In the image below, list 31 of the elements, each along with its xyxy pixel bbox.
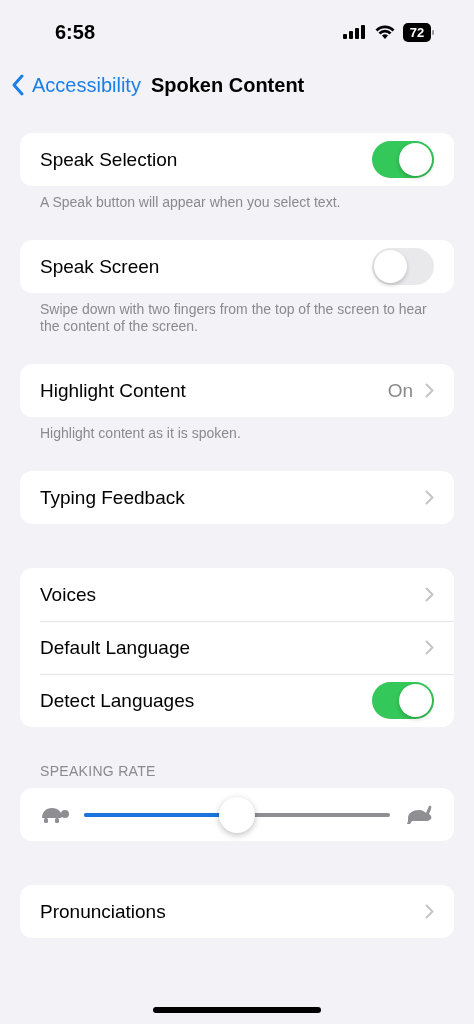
setting-label[interactable]: Highlight Content xyxy=(40,379,388,402)
signal-icon xyxy=(343,25,367,39)
setting-label: Speak Selection xyxy=(40,148,179,171)
back-link[interactable]: Accessibility xyxy=(12,73,141,97)
rabbit-icon xyxy=(404,803,434,826)
status-time: 6:58 xyxy=(55,20,96,44)
toggle-switch[interactable] xyxy=(372,248,434,285)
footer-note: Highlight content as it is spoken. xyxy=(39,424,242,442)
setting-label[interactable]: Voices xyxy=(40,583,425,606)
back-chevron-icon xyxy=(12,74,24,96)
setting-value: On xyxy=(387,379,413,402)
chevron-icon xyxy=(425,587,434,602)
section-header: SPEAKING RATE xyxy=(39,763,157,781)
setting-label: Speak Screen xyxy=(40,255,161,278)
page-title: Spoken Content xyxy=(150,73,305,97)
setting-label: Detect Languages xyxy=(40,689,196,712)
setting-label[interactable]: Pronunciations xyxy=(40,900,425,923)
chevron-icon xyxy=(425,640,434,655)
slider-thumb[interactable] xyxy=(219,796,255,833)
toggle-switch[interactable] xyxy=(372,682,434,719)
wifi-icon xyxy=(375,25,395,39)
toggle-switch[interactable] xyxy=(372,141,434,178)
chevron-icon xyxy=(425,383,434,398)
footer-note: Swipe down with two fingers from the top of the screen to hear the content of the screen. xyxy=(39,300,428,335)
chevron-icon xyxy=(425,490,434,505)
battery-level: 72 xyxy=(403,22,431,42)
turtle-icon xyxy=(40,805,70,824)
chevron-icon xyxy=(425,904,434,919)
setting-label[interactable]: Default Language xyxy=(40,636,425,659)
footer-note: A Speak button will appear when you select text. xyxy=(39,193,342,211)
setting-label[interactable]: Typing Feedback xyxy=(40,486,425,509)
